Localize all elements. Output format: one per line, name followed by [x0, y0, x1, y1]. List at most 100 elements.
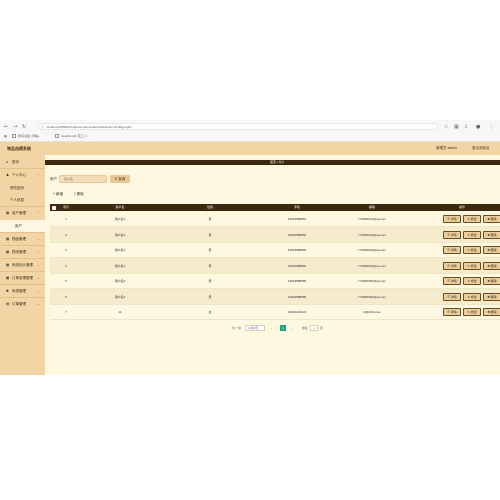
address-bar[interactable]: ⓘ localhost:8080/springboot-tmfsm/admin/… — [38, 123, 438, 130]
menu-icon[interactable]: ⋮ — [489, 124, 494, 130]
sidebar-item-order-management[interactable]: ▤ 订单管理 ⌄ — [0, 298, 45, 310]
gear-icon: ✱ — [6, 289, 9, 293]
reload-icon[interactable]: ↻ — [22, 124, 26, 130]
chevron-up-icon: ⌃ — [37, 173, 40, 177]
profile-icon[interactable]: ● — [476, 124, 480, 130]
next-page-button[interactable]: › — [291, 325, 292, 331]
bookmarks-bar: ▦ 所有书签 | 网站... Graphic HK 高工 C... — [0, 132, 500, 141]
edit-button[interactable]: ✎ 修改 — [463, 215, 481, 223]
cell-index: 6 — [65, 294, 67, 299]
chevron-down-icon: ⌄ — [37, 276, 40, 280]
sidebar-item-personal-info[interactable]: 个人信息 — [0, 194, 45, 206]
col-username: 用户名 — [115, 205, 125, 209]
detail-button[interactable]: ☰ 详情 — [443, 292, 461, 301]
chevron-down-icon: ⌄ — [37, 289, 40, 293]
table-row: 3 用户名3 男 13823888883 773890003@qq.com ☰ 详情 ✎ 修… — [50, 242, 500, 258]
chevron-down-icon: ⌄ — [37, 237, 40, 241]
cell-email: 773890004@qq.com — [358, 263, 386, 268]
bookmark-item[interactable]: 所有书签 | 网站... — [12, 134, 41, 139]
table-row: 7 11 女 19922222222 22@163.com ☰ 详情 ✎ 修改 ✖ 删除 — [50, 304, 500, 320]
breadcrumb-home[interactable]: 首页 — [270, 160, 276, 164]
detail-button[interactable]: ☰ 详情 — [443, 215, 461, 223]
cell-index: 5 — [65, 279, 67, 283]
cell-index: 4 — [65, 263, 67, 268]
sidebar-item-user[interactable]: 用户 — [0, 220, 45, 232]
search-input[interactable] — [59, 175, 107, 183]
search-label: 用户 — [50, 177, 57, 181]
select-all-checkbox[interactable] — [52, 205, 56, 210]
sidebar-item-home[interactable]: ⌂ 首页 — [0, 156, 45, 168]
cell-username: 用户名4 — [114, 263, 126, 268]
page-1-button[interactable]: 1 — [280, 325, 286, 331]
cell-username: 用户名3 — [114, 248, 126, 252]
detail-button[interactable]: ☰ 详情 — [443, 246, 461, 254]
download-icon[interactable]: ⇩ — [464, 124, 468, 130]
delete-button[interactable]: ✖ 删除 — [483, 261, 500, 270]
cell-gender: 男 — [208, 279, 212, 283]
add-button[interactable]: + 新增 — [53, 191, 63, 198]
chevron-down-icon: ⌄ — [37, 250, 40, 254]
page-size-select[interactable]: 10条/页 — [245, 325, 265, 331]
table-row: 2 用户名2 男 13823888882 773890002@qq.com ☰ 详情 ✎ 修… — [50, 226, 500, 243]
cell-phone: 13823888883 — [287, 248, 307, 252]
prev-page-button[interactable]: ‹ — [271, 325, 272, 331]
back-icon[interactable]: ← — [4, 124, 8, 130]
cell-email: 773890001@qq.com — [358, 217, 386, 221]
cell-username: 用户名1 — [114, 217, 126, 221]
goto-page-input[interactable]: 1 — [310, 325, 318, 331]
cell-email: 773890006@qq.com — [358, 294, 386, 299]
chevron-up-icon: ⌃ — [37, 211, 40, 215]
delete-button[interactable]: ✖ 删除 — [483, 292, 500, 301]
delete-button[interactable]: ✖ 删除 — [483, 246, 500, 254]
main-content: 首页 / 用户 用户 ⚲ 查询 + 新增 ▯ 删除 索引 用户名 性别 手机 邮… — [45, 155, 500, 375]
edit-button[interactable]: ✎ 修改 — [463, 230, 481, 239]
breadcrumb-current: 用户 — [278, 160, 285, 164]
cell-username: 11 — [118, 310, 122, 314]
logout-link[interactable]: 退出到前台 — [472, 146, 490, 151]
edit-button[interactable]: ✎ 修改 — [463, 308, 481, 316]
delete-button[interactable]: ✖ 删除 — [483, 277, 500, 285]
admin-label: 管理员 admin — [436, 146, 458, 150]
bookmark-star-icon[interactable]: ☆ — [444, 124, 448, 130]
edit-button[interactable]: ✎ 修改 — [463, 246, 481, 254]
sidebar-item-item-management[interactable]: ▦ 物品管理 ⌄ — [0, 233, 45, 245]
sidebar-item-logistics[interactable]: ▦ 物流管理 ⌄ — [0, 246, 45, 258]
delete-button[interactable]: ✖ 删除 — [483, 215, 500, 223]
search-button[interactable]: ⚲ 查询 — [110, 175, 130, 183]
table-row: 6 用户名6 男 13823888886 773890006@qq.com ☰ 详情 ✎ 修… — [50, 288, 500, 305]
detail-button[interactable]: ☰ 详情 — [443, 230, 461, 239]
edit-button[interactable]: ✎ 修改 — [463, 277, 481, 285]
sidebar-item-order-query[interactable]: ▦ 订单查理管理 ⌄ — [0, 272, 45, 284]
grid-icon: ▦ — [6, 276, 10, 280]
grid-icon: ▦ — [6, 237, 10, 241]
cell-phone: 13823888885 — [287, 279, 307, 283]
apps-icon[interactable]: ▦ — [4, 134, 7, 138]
pagination: 共 7 条 10条/页 ‹ 1 › 前往 1 页 — [45, 324, 500, 332]
sidebar-item-user-management[interactable]: ▦ 用户管理 ⌃ — [0, 207, 45, 219]
edit-button[interactable]: ✎ 修改 — [463, 292, 481, 301]
sidebar-item-change-password[interactable]: 修改密码 — [0, 182, 45, 194]
cell-phone: 19922222222 — [287, 310, 307, 314]
sidebar-item-system-management[interactable]: ✱ 系统管理 ⌄ — [0, 285, 45, 297]
detail-button[interactable]: ☰ 详情 — [443, 308, 461, 316]
bookmark-item[interactable]: Graphic HK 高工 C... — [55, 134, 89, 139]
edit-button[interactable]: ✎ 修改 — [463, 261, 481, 270]
sidebar-item-system-design[interactable]: ▦ 系统设计管理 ⌄ — [0, 259, 45, 271]
forward-icon[interactable]: → — [13, 124, 17, 130]
cell-email: 22@163.com — [363, 310, 381, 314]
user-icon: ♟ — [6, 173, 10, 177]
delete-button[interactable]: ✖ 删除 — [483, 308, 500, 316]
col-index: 索引 — [62, 205, 69, 209]
table-row: 4 用户名4 男 13823888884 773890004@qq.com ☰ 详情 ✎ 修… — [50, 257, 500, 274]
detail-button[interactable]: ☰ 详情 — [443, 277, 461, 285]
doc-icon: ▤ — [6, 302, 10, 306]
detail-button[interactable]: ☰ 详情 — [443, 261, 461, 270]
home-icon: ⌂ — [6, 160, 9, 164]
site-info-icon[interactable]: ⓘ — [41, 125, 45, 129]
extensions-icon[interactable]: ▦ — [454, 124, 459, 130]
delete-selected-button[interactable]: ▯ 删除 — [74, 191, 84, 198]
delete-button[interactable]: ✖ 删除 — [483, 230, 500, 239]
sidebar-item-personal-center[interactable]: ♟ 个人中心 ⌃ — [0, 169, 45, 181]
sidebar: ⌂ 首页 ♟ 个人中心 ⌃ 修改密码 个人信息 ▦ 用户管理 ⌃ 用户 ▦ 物品… — [0, 155, 45, 375]
grid-icon: ▦ — [6, 250, 10, 254]
